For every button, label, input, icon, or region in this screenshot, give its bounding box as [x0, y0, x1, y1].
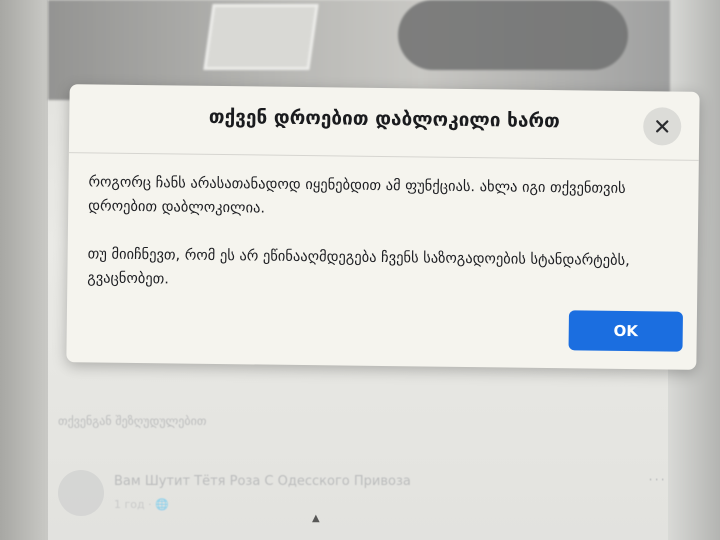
dialog-header: თქვენ დროებით დაბლოკილი ხართ	[68, 84, 700, 161]
dialog-appeal-message: თუ მიიჩნევთ, რომ ეს არ ეწინააღმდეგება ჩვ…	[87, 246, 630, 288]
dialog-body: როგორც ჩანს არასათანადოდ იყენებდით ამ ფუ…	[87, 170, 675, 321]
dialog-title: თქვენ დროებით დაბლოკილი ხართ	[208, 105, 560, 133]
blocked-dialog: თქვენ დროებით დაბლოკილი ხართ როგორც ჩანს…	[66, 84, 700, 370]
dialog-message: როგორც ჩანს არასათანადოდ იყენებდით ამ ფუ…	[88, 174, 626, 217]
close-button[interactable]	[643, 107, 682, 146]
ok-button[interactable]: OK	[568, 310, 683, 352]
close-icon	[655, 119, 669, 133]
